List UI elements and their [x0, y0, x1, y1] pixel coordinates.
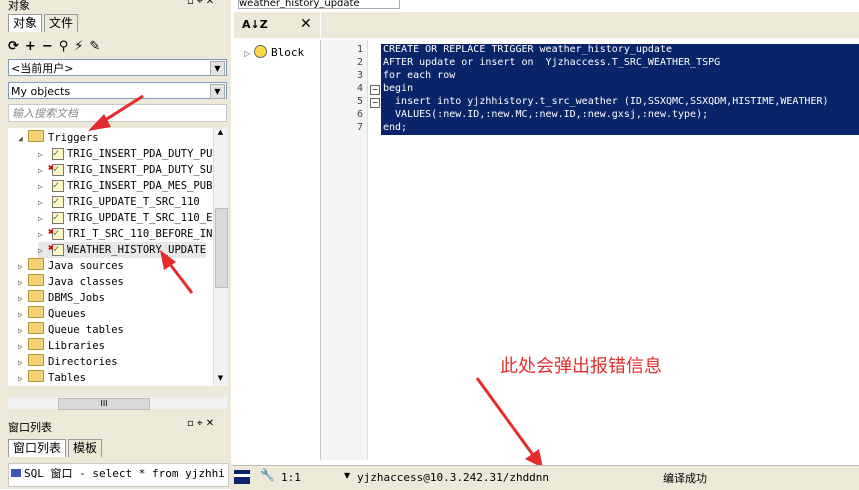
cursor-position: 1:1 — [281, 471, 301, 484]
window-icon[interactable] — [234, 470, 250, 484]
arrow-to-triggers — [88, 94, 144, 131]
wrench-icon[interactable]: 🔧 — [260, 468, 275, 482]
chevron-down-icon[interactable]: ▼ — [344, 471, 350, 480]
arrow-to-status-bar — [475, 377, 543, 468]
annotation-arrows — [88, 94, 543, 468]
connection-info[interactable]: yjzhaccess@10.3.242.31/zhddnn — [357, 471, 549, 484]
status-message: 编译成功 — [663, 472, 707, 485]
arrow-to-weather-trigger — [160, 250, 194, 294]
status-bar: 🔧 1:1 ▼ yjzhaccess@10.3.242.31/zhddnn 编译… — [231, 465, 859, 490]
